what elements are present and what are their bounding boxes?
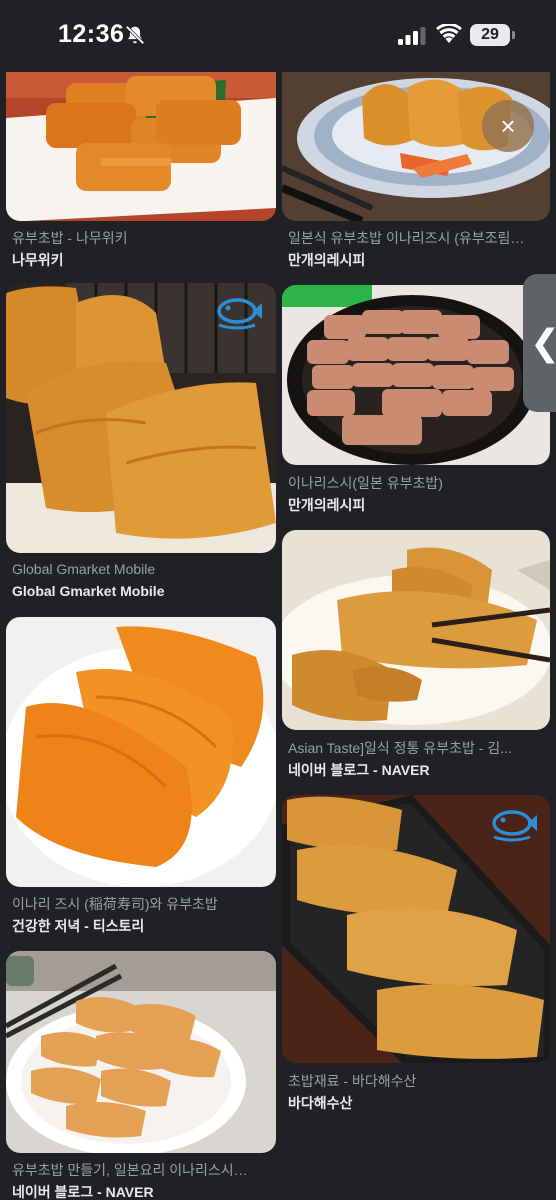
result-title: 유부초밥 만들기, 일본요리 이나리스시… xyxy=(12,1162,248,1178)
result-source: 네이버 블로그 - NAVER xyxy=(12,1184,154,1200)
result-source: 만개의레시피 xyxy=(288,252,366,268)
result-source: 네이버 블로그 - NAVER xyxy=(288,762,430,778)
signal-icon xyxy=(398,27,426,45)
result-image[interactable] xyxy=(6,58,276,221)
fish-logo-icon xyxy=(217,298,262,330)
status-bar: 12:36 29 xyxy=(0,0,556,72)
result-image[interactable] xyxy=(6,617,276,887)
fish-logo-icon xyxy=(492,810,537,842)
battery-icon: 29 xyxy=(470,24,515,46)
result-title: 이나리 즈시 (稲荷寿司)와 유부초밥 xyxy=(12,896,218,912)
result-source: Global Gmarket Mobile xyxy=(12,583,165,599)
wifi-icon xyxy=(436,24,462,43)
result-source: 나무위키 xyxy=(12,252,64,268)
result-title: 유부초밥 - 나무위키 xyxy=(12,230,128,246)
result-title: Asian Taste]일식 정통 유부초밥 - 김... xyxy=(288,740,512,756)
result-image[interactable] xyxy=(6,951,276,1153)
result-title: 이나리스시(일본 유부초밥) xyxy=(288,475,443,491)
result-image[interactable] xyxy=(282,530,550,730)
result-title: Global Gmarket Mobile xyxy=(12,561,156,577)
result-title: 일본식 유부초밥 이나리즈시 (유부조림… xyxy=(288,230,525,246)
side-panel-handle[interactable]: ❮ xyxy=(523,274,556,412)
result-image[interactable] xyxy=(282,285,550,465)
result-source: 바다해수산 xyxy=(288,1095,353,1111)
close-button[interactable]: × xyxy=(482,100,534,152)
result-source: 건강한 저녁 - 티스토리 xyxy=(12,918,145,934)
status-time: 12:36 xyxy=(58,20,125,48)
result-title: 초밥재료 - 바다해수산 xyxy=(288,1073,417,1089)
result-source: 만개의레시피 xyxy=(288,497,366,513)
bell-slash-icon xyxy=(125,25,145,45)
